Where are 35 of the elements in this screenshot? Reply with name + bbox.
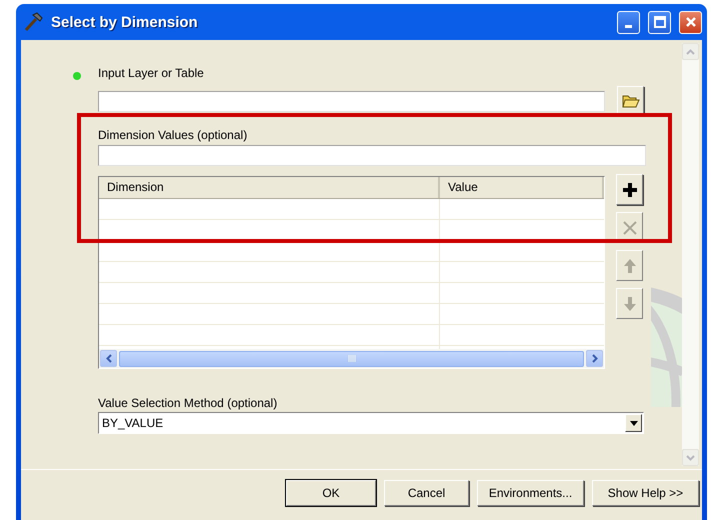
dimension-table[interactable]: Dimension Value	[98, 176, 605, 369]
add-button[interactable]	[616, 174, 643, 205]
down-caret-icon	[686, 454, 695, 460]
minimize-button[interactable]	[617, 10, 640, 34]
close-button[interactable]	[679, 10, 702, 34]
window-title: Select by Dimension	[51, 14, 199, 30]
down-arrow-icon	[622, 296, 636, 312]
maximize-button[interactable]	[648, 10, 671, 34]
ok-button[interactable]: OK	[286, 480, 376, 506]
right-caret-icon	[592, 354, 598, 363]
left-caret-icon	[106, 354, 112, 363]
scroll-thumb[interactable]	[119, 350, 584, 366]
hammer-icon	[23, 12, 45, 32]
scroll-right-button[interactable]	[586, 350, 603, 367]
cancel-button[interactable]: Cancel	[384, 480, 469, 506]
close-icon	[684, 16, 696, 28]
show-help-button[interactable]: Show Help >>	[592, 480, 699, 506]
field-label: Input Layer or Table	[98, 66, 204, 80]
field-label: Value Selection Method (optional)	[98, 396, 278, 410]
field-label: Dimension Values (optional)	[98, 128, 248, 142]
minimize-icon	[625, 24, 632, 28]
dropdown-arrow-icon	[630, 420, 638, 426]
grip-icon	[348, 355, 356, 362]
folder-icon	[622, 94, 640, 108]
plus-icon	[622, 182, 638, 198]
input-layer-field[interactable]	[98, 90, 605, 112]
browse-button[interactable]	[617, 86, 644, 116]
maximize-icon	[654, 16, 666, 28]
delete-icon	[622, 220, 638, 236]
scroll-left-button[interactable]	[100, 350, 117, 367]
environments-button[interactable]: Environments...	[477, 480, 584, 506]
up-arrow-icon	[622, 258, 636, 274]
up-caret-icon	[686, 48, 695, 54]
selection-method-dropdown[interactable]: BY_VALUE	[98, 412, 644, 434]
dimension-values-field[interactable]	[98, 145, 646, 166]
